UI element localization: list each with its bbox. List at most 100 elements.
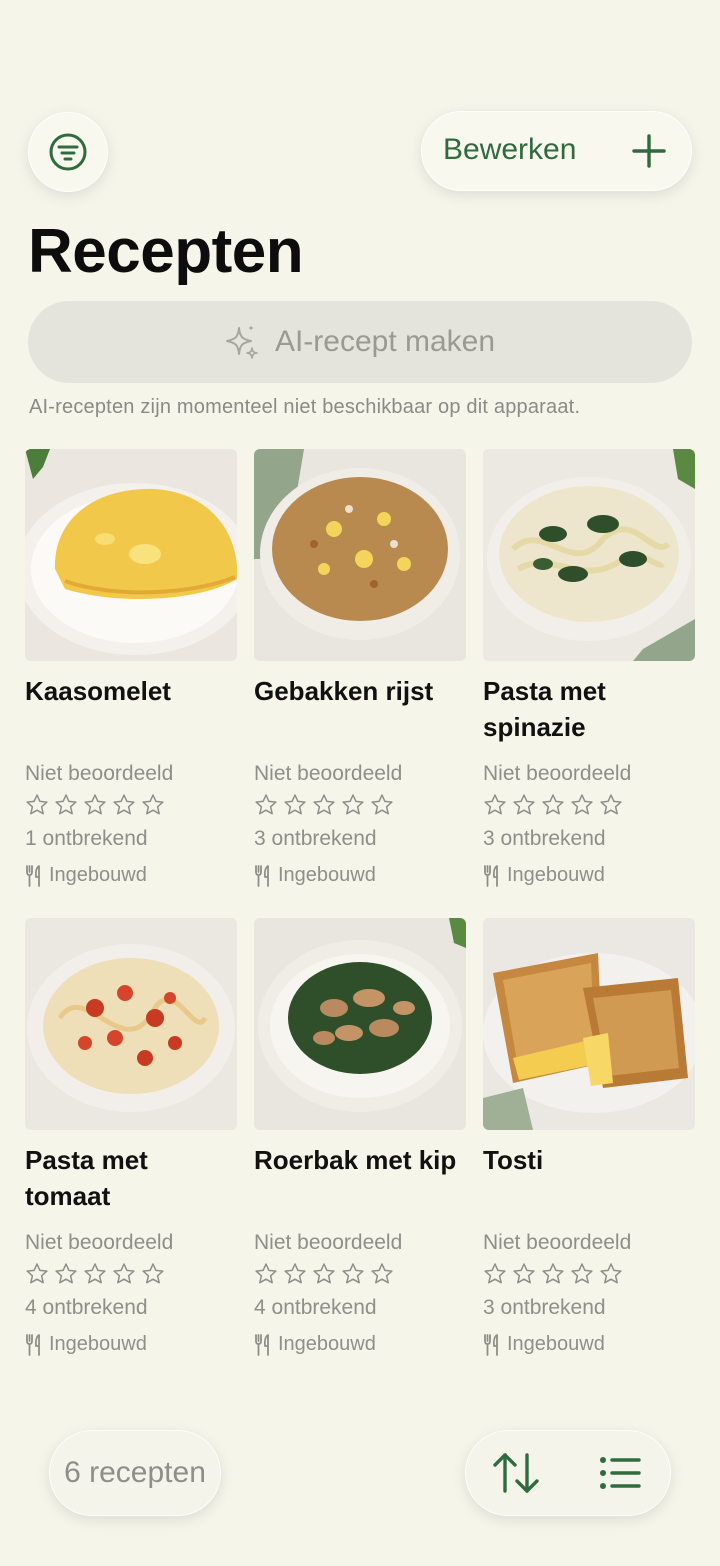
fork-knife-icon	[484, 1333, 498, 1356]
missing-ingredients: 4 ontbrekend	[254, 1296, 377, 1319]
star-icon[interactable]	[570, 1262, 594, 1286]
star-icon[interactable]	[570, 793, 594, 817]
sort-arrows-icon[interactable]	[492, 1451, 540, 1495]
recipe-image-spinach-pasta	[483, 449, 695, 661]
source-label: Ingebouwd	[49, 864, 147, 886]
missing-ingredients: 4 ontbrekend	[25, 1296, 148, 1319]
star-icon[interactable]	[283, 1262, 307, 1286]
star-icon[interactable]	[512, 1262, 536, 1286]
star-icon[interactable]	[541, 1262, 565, 1286]
recipe-source: Ingebouwd	[483, 1333, 695, 1356]
recipe-source: Ingebouwd	[254, 1333, 466, 1356]
recipe-name: Pasta met tomaat	[25, 1145, 148, 1211]
star-icon[interactable]	[341, 1262, 365, 1286]
star-rating[interactable]	[25, 790, 237, 820]
page-title: Recepten	[28, 217, 304, 286]
star-rating[interactable]	[483, 790, 695, 820]
recipe-source: Ingebouwd	[483, 864, 695, 887]
fork-knife-icon	[255, 864, 269, 887]
star-icon[interactable]	[599, 793, 623, 817]
recipe-image-omelette	[25, 449, 237, 661]
star-icon[interactable]	[25, 793, 49, 817]
star-icon[interactable]	[54, 793, 78, 817]
star-icon[interactable]	[83, 1262, 107, 1286]
star-rating[interactable]	[25, 1259, 237, 1289]
recipe-image-chicken-stirfry	[254, 918, 466, 1130]
star-icon[interactable]	[141, 1262, 165, 1286]
star-icon[interactable]	[483, 793, 507, 817]
filter-button[interactable]	[28, 112, 108, 192]
recipe-source: Ingebouwd	[254, 864, 466, 887]
rating-status: Niet beoordeeld	[254, 762, 403, 785]
fork-knife-icon	[255, 1333, 269, 1356]
star-icon[interactable]	[112, 1262, 136, 1286]
star-icon[interactable]	[54, 1262, 78, 1286]
recipe-name: Gebakken rijst	[254, 676, 434, 706]
missing-ingredients: 3 ontbrekend	[254, 827, 377, 850]
source-label: Ingebouwd	[507, 1333, 605, 1355]
filter-icon	[49, 133, 87, 171]
missing-ingredients: 1 ontbrekend	[25, 827, 148, 850]
recipe-name: Roerbak met kip	[254, 1145, 457, 1175]
rating-status: Niet beoordeeld	[25, 1231, 174, 1254]
rating-status: Niet beoordeeld	[483, 762, 632, 785]
ai-recipe-label: AI-recept maken	[274, 325, 496, 358]
edit-button[interactable]: Bewerken	[443, 133, 576, 167]
star-icon[interactable]	[112, 793, 136, 817]
star-icon[interactable]	[599, 1262, 623, 1286]
ai-recipe-button[interactable]: AI-recept maken	[28, 301, 692, 383]
missing-ingredients: 3 ontbrekend	[483, 827, 606, 850]
star-rating[interactable]	[254, 1259, 466, 1289]
star-rating[interactable]	[254, 790, 466, 820]
star-icon[interactable]	[341, 793, 365, 817]
fork-knife-icon	[26, 864, 40, 887]
star-rating[interactable]	[483, 1259, 695, 1289]
star-icon[interactable]	[312, 1262, 336, 1286]
recipe-image-tomato-pasta	[25, 918, 237, 1130]
star-icon[interactable]	[141, 793, 165, 817]
star-icon[interactable]	[283, 793, 307, 817]
recipe-card-tosti[interactable]: Tosti Niet beoordeeld 3 ontbrekend Ingeb…	[483, 918, 695, 1356]
recipe-count: 6 recepten	[64, 1456, 206, 1489]
missing-ingredients: 3 ontbrekend	[483, 1296, 606, 1319]
recipe-count-pill: 6 recepten	[49, 1430, 221, 1516]
rating-status: Niet beoordeeld	[25, 762, 174, 785]
fork-knife-icon	[484, 864, 498, 887]
recipes-screen: Bewerken Recepten AI-recept maken AI-rec…	[0, 0, 720, 1566]
star-icon[interactable]	[312, 793, 336, 817]
recipe-card-gebakken-rijst[interactable]: Gebakken rijst Niet beoordeeld 3 ontbrek…	[254, 449, 466, 887]
recipe-image-tosti	[483, 918, 695, 1130]
view-actions-pill	[465, 1430, 671, 1516]
recipe-source: Ingebouwd	[25, 864, 237, 887]
source-label: Ingebouwd	[278, 864, 376, 886]
list-view-icon[interactable]	[599, 1454, 641, 1492]
star-icon[interactable]	[370, 793, 394, 817]
star-icon[interactable]	[370, 1262, 394, 1286]
recipe-name: Pasta met spinazie	[483, 676, 606, 742]
star-icon[interactable]	[512, 793, 536, 817]
star-icon[interactable]	[541, 793, 565, 817]
star-icon[interactable]	[254, 1262, 278, 1286]
recipe-name: Kaasomelet	[25, 676, 171, 706]
recipe-name: Tosti	[483, 1145, 544, 1175]
rating-status: Niet beoordeeld	[483, 1231, 632, 1254]
fork-knife-icon	[26, 1333, 40, 1356]
source-label: Ingebouwd	[507, 864, 605, 886]
star-icon[interactable]	[483, 1262, 507, 1286]
recipe-card-roerbak-met-kip[interactable]: Roerbak met kip Niet beoordeeld 4 ontbre…	[254, 918, 466, 1356]
sparkles-icon	[225, 325, 258, 359]
recipe-card-kaasomelet[interactable]: Kaasomelet Niet beoordeeld 1 ontbrekend …	[25, 449, 237, 887]
plus-icon[interactable]	[631, 133, 667, 169]
recipe-card-pasta-met-tomaat[interactable]: Pasta met tomaat Niet beoordeeld 4 ontbr…	[25, 918, 237, 1356]
source-label: Ingebouwd	[49, 1333, 147, 1355]
star-icon[interactable]	[254, 793, 278, 817]
recipe-source: Ingebouwd	[25, 1333, 237, 1356]
recipe-image-fried-rice	[254, 449, 466, 661]
ai-unavailable-note: AI-recepten zijn momenteel niet beschikb…	[29, 396, 581, 418]
edit-add-pill: Bewerken	[421, 111, 692, 191]
star-icon[interactable]	[25, 1262, 49, 1286]
star-icon[interactable]	[83, 793, 107, 817]
rating-status: Niet beoordeeld	[254, 1231, 403, 1254]
recipe-card-pasta-met-spinazie[interactable]: Pasta met spinazie Niet beoordeeld 3 ont…	[483, 449, 695, 887]
source-label: Ingebouwd	[278, 1333, 376, 1355]
